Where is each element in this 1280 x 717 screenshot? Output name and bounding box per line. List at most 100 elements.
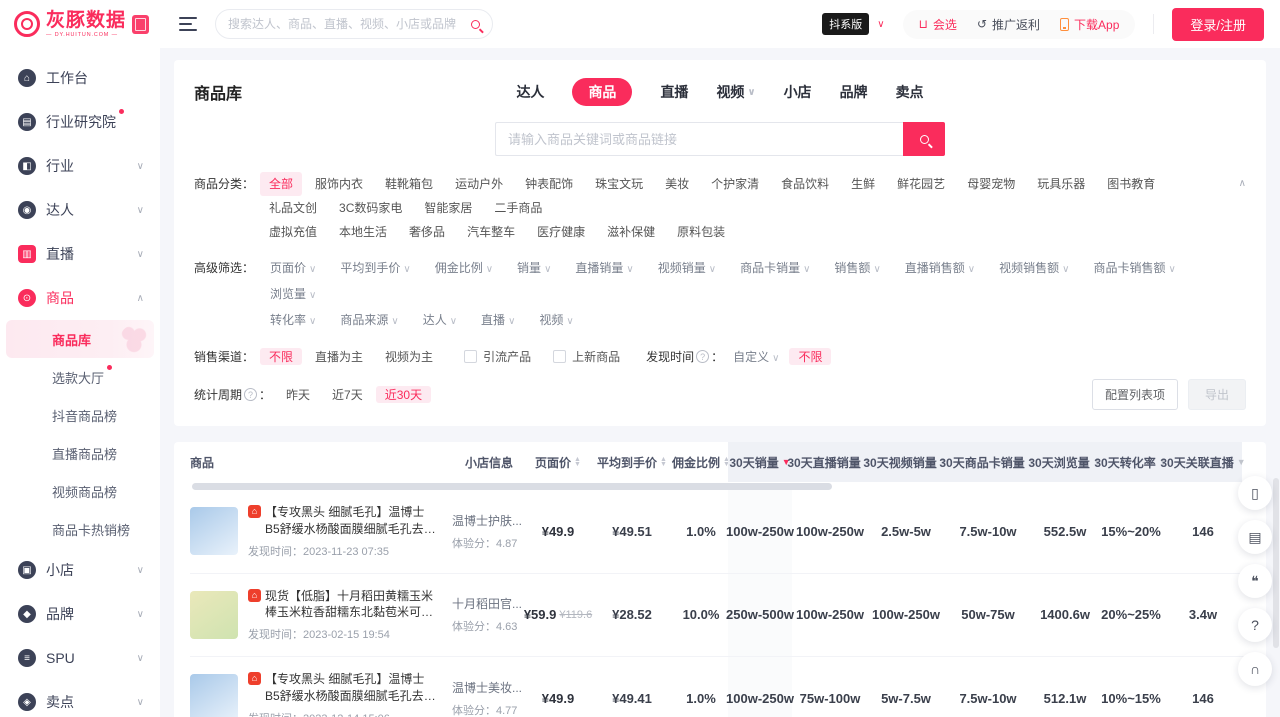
category-chip[interactable]: 全部: [260, 172, 302, 196]
advanced-filter-dropdown[interactable]: 直播∨: [471, 308, 525, 334]
advanced-filter-dropdown[interactable]: 销量∨: [507, 256, 561, 282]
advanced-filter-dropdown[interactable]: 视频销量∨: [648, 256, 726, 282]
advanced-filter-dropdown[interactable]: 达人∨: [413, 308, 467, 334]
category-chip[interactable]: 珠宝文玩: [586, 172, 652, 196]
topbar-nav-rebate[interactable]: ↺推广返利: [977, 16, 1040, 33]
category-chip[interactable]: 食品饮料: [772, 172, 838, 196]
tab-product[interactable]: 商品: [572, 78, 632, 106]
category-chip[interactable]: 图书教育: [1098, 172, 1164, 196]
category-chip[interactable]: 奢侈品: [400, 220, 454, 244]
product-search-input[interactable]: [508, 132, 891, 147]
category-chip[interactable]: 本地生活: [330, 220, 396, 244]
table-row[interactable]: ⌂【专攻黑头 细腻毛孔】温博士B5舒缓水杨酸面膜细腻毛孔去黑头面膜发现时间：20…: [190, 657, 1250, 717]
advanced-filter-dropdown[interactable]: 销售额∨: [824, 256, 890, 282]
app-logo[interactable]: 灰豚数据 — DY.HUITUN.COM —: [0, 11, 165, 38]
checkbox-icon[interactable]: [464, 350, 477, 363]
category-chip[interactable]: 服饰内衣: [306, 172, 372, 196]
export-button[interactable]: 导出: [1188, 379, 1246, 410]
category-chip[interactable]: 生鲜: [842, 172, 884, 196]
collapse-menu-icon[interactable]: [179, 17, 197, 31]
channel-chip[interactable]: 视频为主: [376, 348, 442, 365]
category-chip[interactable]: 医疗健康: [528, 220, 594, 244]
period-chip[interactable]: 近7天: [323, 386, 372, 403]
advanced-filter-dropdown[interactable]: 平均到手价∨: [330, 256, 420, 282]
shop-name[interactable]: 温博士护肤...: [452, 512, 522, 529]
checkbox-item[interactable]: 上新商品: [553, 348, 620, 365]
advanced-filter-dropdown[interactable]: 直播销售额∨: [895, 256, 985, 282]
shop-name[interactable]: 温博士美妆...: [452, 679, 522, 696]
float-button-mobile-app[interactable]: ▯: [1238, 476, 1272, 510]
sidebar-item-research-institute[interactable]: ▤行业研究院: [0, 100, 160, 144]
category-chip[interactable]: 鲜花园艺: [888, 172, 954, 196]
category-chip[interactable]: 二手商品: [485, 196, 551, 220]
channel-chip[interactable]: 直播为主: [306, 348, 372, 365]
sidebar-item-industry[interactable]: ◧行业∨: [0, 144, 160, 188]
advanced-filter-dropdown[interactable]: 佣金比例∨: [425, 256, 503, 282]
sidebar-item-influencer[interactable]: ◉达人∨: [0, 188, 160, 232]
discover-unlimited-chip[interactable]: 不限: [789, 348, 831, 365]
category-chip[interactable]: 母婴宠物: [958, 172, 1024, 196]
category-chip[interactable]: 原料包装: [668, 220, 734, 244]
sidebar-item-selection-hall[interactable]: 选款大厅: [6, 358, 154, 396]
column-header[interactable]: 佣金比例▲▼: [674, 442, 728, 482]
column-header[interactable]: 30天直播销量▼: [792, 442, 868, 482]
advanced-filter-dropdown[interactable]: 页面价∨: [260, 256, 326, 282]
sidebar-item-spu[interactable]: ≡SPU∨: [0, 636, 160, 680]
category-chip[interactable]: 礼品文创: [260, 196, 326, 220]
sidebar-item-live[interactable]: ▥直播∨: [0, 232, 160, 276]
category-chip[interactable]: 滋补保健: [598, 220, 664, 244]
checkbox-item[interactable]: 引流产品: [464, 348, 531, 365]
product-title[interactable]: 【专攻黑头 细腻毛孔】温博士B5舒缓水杨酸面膜细腻毛孔去黑头面膜: [265, 671, 436, 705]
tab-brand[interactable]: 品牌: [840, 82, 868, 102]
category-chip[interactable]: 个护家清: [702, 172, 768, 196]
column-header[interactable]: 30天关联直播▼: [1164, 442, 1242, 482]
advanced-filter-dropdown[interactable]: 商品卡销量∨: [730, 256, 820, 282]
advanced-filter-dropdown[interactable]: 浏览量∨: [260, 282, 326, 308]
column-header[interactable]: 30天商品卡销量▼: [944, 442, 1032, 482]
table-row[interactable]: ⌂现货【低脂】十月稻田黄糯玉米棒玉米粒香甜糯东北黏苞米可拉丝...发现时间：20…: [190, 574, 1250, 658]
tab-influencer[interactable]: 达人: [516, 82, 544, 102]
column-header[interactable]: 页面价▲▼: [526, 442, 590, 482]
tab-live[interactable]: 直播: [660, 82, 688, 102]
advanced-filter-dropdown[interactable]: 视频销售额∨: [989, 256, 1079, 282]
page-scrollbar[interactable]: [1273, 478, 1279, 648]
sidebar-item-shop[interactable]: ▣小店∨: [0, 548, 160, 592]
checkbox-icon[interactable]: [553, 350, 566, 363]
category-chip[interactable]: 玩具乐器: [1028, 172, 1094, 196]
column-header[interactable]: 30天销量▼: [728, 442, 792, 482]
sidebar-item-video-product-rank[interactable]: 视频商品榜: [6, 472, 154, 510]
float-button-printer[interactable]: ▤: [1238, 520, 1272, 554]
sidebar-item-douyin-product-rank[interactable]: 抖音商品榜: [6, 396, 154, 434]
column-header[interactable]: 30天转化率▼: [1098, 442, 1164, 482]
version-badge[interactable]: 抖系版: [822, 13, 869, 35]
category-chip[interactable]: 运动户外: [446, 172, 512, 196]
tab-selling-point[interactable]: 卖点: [896, 82, 924, 102]
float-button-help[interactable]: ?: [1238, 608, 1272, 642]
advanced-filter-dropdown[interactable]: 直播销量∨: [565, 256, 643, 282]
topbar-nav-download-app[interactable]: 下载App: [1060, 16, 1119, 33]
column-header[interactable]: 平均到手价▲▼: [590, 442, 674, 482]
period-chip[interactable]: 昨天: [277, 386, 319, 403]
sidebar-item-product-library[interactable]: 商品库: [6, 320, 154, 358]
category-chip[interactable]: 汽车整车: [458, 220, 524, 244]
advanced-filter-dropdown[interactable]: 商品卡销售额∨: [1083, 256, 1185, 282]
collapse-categories-icon[interactable]: ∧: [1239, 172, 1246, 244]
category-chip[interactable]: 美妆: [656, 172, 698, 196]
sidebar-item-product[interactable]: ⊙商品∧: [0, 276, 160, 320]
login-register-button[interactable]: 登录/注册: [1172, 8, 1264, 41]
category-chip[interactable]: 虚拟充值: [260, 220, 326, 244]
product-title[interactable]: 现货【低脂】十月稻田黄糯玉米棒玉米粒香甜糯东北黏苞米可拉丝...: [265, 588, 436, 622]
category-chip[interactable]: 3C数码家电: [330, 196, 411, 220]
advanced-filter-dropdown[interactable]: 视频∨: [529, 308, 583, 334]
version-switcher[interactable]: 抖系版 ∨: [822, 13, 884, 35]
product-search-button[interactable]: [903, 122, 945, 156]
search-icon[interactable]: [471, 20, 480, 29]
tab-shop[interactable]: 小店: [784, 82, 812, 102]
period-chip[interactable]: 近30天: [376, 386, 431, 403]
channel-chip[interactable]: 不限: [260, 348, 302, 365]
table-horizontal-scrollbar[interactable]: [192, 483, 832, 490]
sidebar-item-brand[interactable]: ◆品牌∨: [0, 592, 160, 636]
configure-columns-button[interactable]: 配置列表项: [1092, 379, 1178, 410]
sidebar-item-selling-point[interactable]: ◈卖点∨: [0, 680, 160, 717]
column-header[interactable]: 30天浏览量▼: [1032, 442, 1098, 482]
